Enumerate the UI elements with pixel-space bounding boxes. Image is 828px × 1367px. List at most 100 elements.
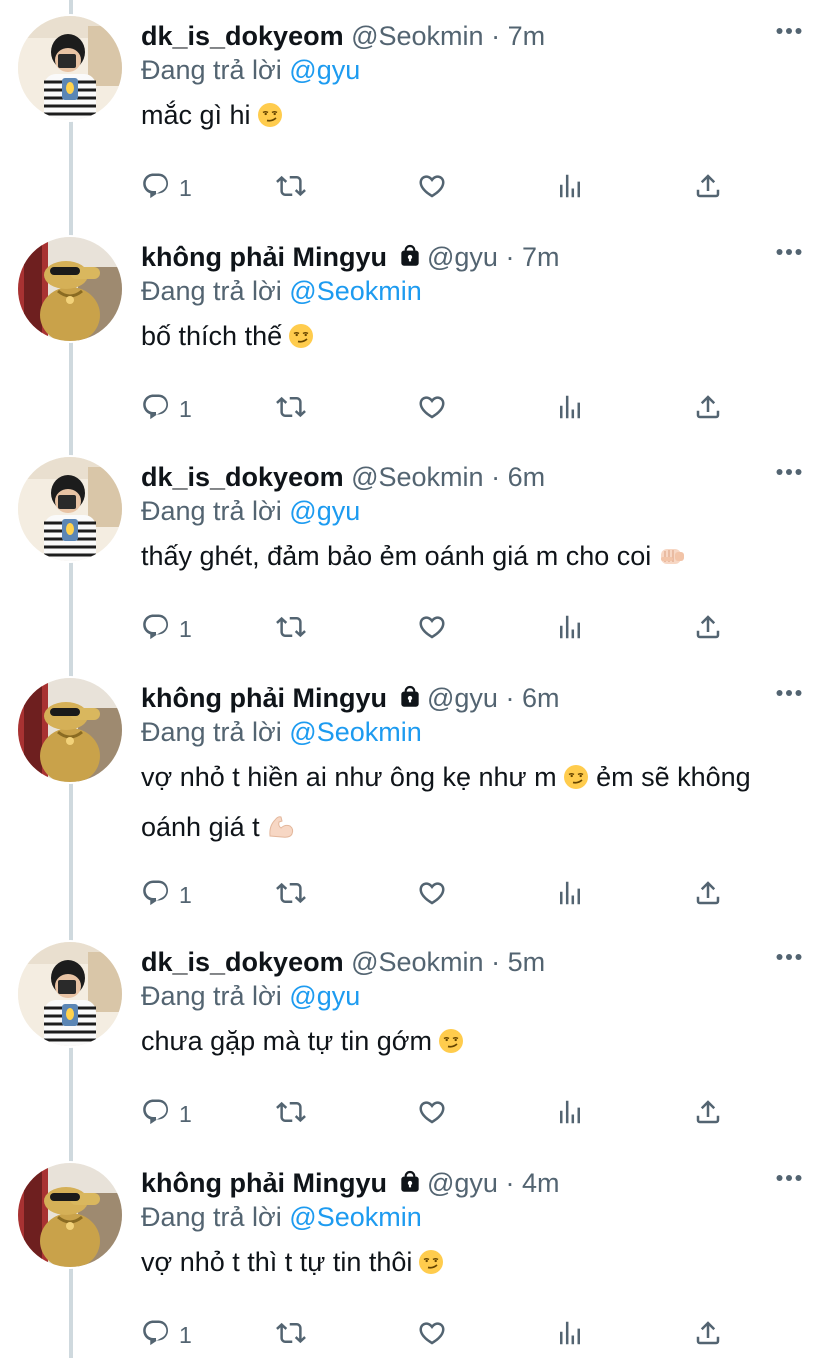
- tweet[interactable]: không phải Mingyu @gyu · 7m Đang trả lời @…: [0, 221, 828, 441]
- tweet[interactable]: dk_is_dokyeom @Seokmin · 5m Đang trả lời …: [0, 926, 828, 1146]
- timestamp[interactable]: 6m: [522, 683, 560, 713]
- timestamp[interactable]: 6m: [508, 462, 546, 492]
- analytics-icon: [555, 612, 585, 647]
- retweet-button[interactable]: [276, 389, 306, 429]
- display-name[interactable]: dk_is_dokyeom: [141, 947, 344, 977]
- display-name[interactable]: không phải Mingyu: [141, 683, 387, 713]
- analytics-icon: [555, 392, 585, 427]
- mention-link[interactable]: @Seokmin: [289, 717, 421, 747]
- reply-button[interactable]: 1: [141, 1094, 192, 1134]
- separator-dot: ·: [505, 242, 515, 272]
- separator-dot: ·: [505, 683, 515, 713]
- more-options-icon[interactable]: [776, 684, 802, 702]
- dokyeom-avatar[interactable]: [18, 16, 122, 120]
- dokyeom-avatar[interactable]: [18, 942, 122, 1046]
- tweet-actions: 1: [141, 168, 741, 208]
- share-button[interactable]: [693, 1315, 723, 1355]
- retweet-icon: [276, 1318, 306, 1353]
- reply-count: 1: [179, 1100, 192, 1127]
- heart-icon: [417, 171, 447, 206]
- tweet-body: thấy ghét, đảm bảo ẻm oánh giá m cho coi: [141, 541, 652, 571]
- more-options-icon[interactable]: [776, 22, 802, 40]
- like-button[interactable]: [417, 875, 447, 915]
- username[interactable]: @gyu: [427, 683, 498, 713]
- reply-prefix: Đang trả lời: [141, 717, 282, 747]
- retweet-button[interactable]: [276, 1315, 306, 1355]
- timestamp[interactable]: 4m: [522, 1168, 560, 1198]
- mingyu-avatar[interactable]: [18, 678, 122, 782]
- share-button[interactable]: [693, 168, 723, 208]
- mingyu-avatar[interactable]: [18, 1163, 122, 1267]
- views-button[interactable]: [555, 1315, 585, 1355]
- display-name[interactable]: không phải Mingyu: [141, 1168, 387, 1198]
- username[interactable]: @gyu: [427, 1168, 498, 1198]
- like-button[interactable]: [417, 1094, 447, 1134]
- reply-button[interactable]: 1: [141, 609, 192, 649]
- share-button[interactable]: [693, 609, 723, 649]
- share-icon: [693, 171, 723, 206]
- mention-link[interactable]: @gyu: [289, 496, 360, 526]
- timestamp[interactable]: 5m: [508, 947, 546, 977]
- more-options-icon[interactable]: [776, 243, 802, 261]
- tweet-text-line: chưa gặp mà tự tin gớm: [141, 1018, 811, 1068]
- timestamp[interactable]: 7m: [522, 242, 560, 272]
- dokyeom-avatar[interactable]: [18, 457, 122, 561]
- retweet-icon: [276, 1097, 306, 1132]
- more-options-icon[interactable]: [776, 463, 802, 481]
- reply-count: 1: [179, 615, 192, 642]
- more-options-icon[interactable]: [776, 1169, 802, 1187]
- muscle-emoji-icon: [266, 808, 296, 854]
- mention-link[interactable]: @Seokmin: [289, 276, 421, 306]
- reply-button[interactable]: 1: [141, 1315, 192, 1355]
- timestamp[interactable]: 7m: [508, 21, 546, 51]
- tweet[interactable]: không phải Mingyu @gyu · 4m Đang trả lời @…: [0, 1147, 828, 1367]
- display-name[interactable]: dk_is_dokyeom: [141, 462, 344, 492]
- retweet-button[interactable]: [276, 1094, 306, 1134]
- views-button[interactable]: [555, 1094, 585, 1134]
- reply-icon: [141, 1318, 171, 1353]
- reply-button[interactable]: 1: [141, 875, 192, 915]
- tweet[interactable]: không phải Mingyu @gyu · 6m Đang trả lời @…: [0, 662, 828, 908]
- share-button[interactable]: [693, 389, 723, 429]
- reply-prefix: Đang trả lời: [141, 55, 282, 85]
- mention-link[interactable]: @gyu: [289, 55, 360, 85]
- username[interactable]: @Seokmin: [351, 462, 483, 492]
- mention-link[interactable]: @gyu: [289, 981, 360, 1011]
- views-button[interactable]: [555, 168, 585, 208]
- like-button[interactable]: [417, 389, 447, 429]
- share-icon: [693, 1097, 723, 1132]
- smirk-emoji-icon: [438, 1022, 464, 1068]
- views-button[interactable]: [555, 609, 585, 649]
- share-button[interactable]: [693, 875, 723, 915]
- share-button[interactable]: [693, 1094, 723, 1134]
- lock-icon: [397, 1168, 423, 1192]
- views-button[interactable]: [555, 875, 585, 915]
- username[interactable]: @Seokmin: [351, 947, 483, 977]
- reply-count: 1: [179, 1321, 192, 1348]
- replying-to: Đang trả lời @Seokmin: [141, 714, 422, 750]
- tweet-actions: 1: [141, 875, 741, 915]
- reply-button[interactable]: 1: [141, 389, 192, 429]
- mention-link[interactable]: @Seokmin: [289, 1202, 421, 1232]
- tweet[interactable]: dk_is_dokyeom @Seokmin · 6m Đang trả lời …: [0, 441, 828, 661]
- username[interactable]: @gyu: [427, 242, 498, 272]
- tweet-header: dk_is_dokyeom @Seokmin · 5m: [141, 944, 545, 980]
- like-button[interactable]: [417, 168, 447, 208]
- more-options-icon[interactable]: [776, 948, 802, 966]
- tweet-text: vợ nhỏ t thì t tự tin thôi: [141, 1239, 811, 1289]
- mingyu-avatar[interactable]: [18, 237, 122, 341]
- heart-icon: [417, 878, 447, 913]
- display-name[interactable]: dk_is_dokyeom: [141, 21, 344, 51]
- heart-icon: [417, 1097, 447, 1132]
- tweet-body: chưa gặp mà tự tin gớm: [141, 1026, 432, 1056]
- reply-button[interactable]: 1: [141, 168, 192, 208]
- retweet-button[interactable]: [276, 609, 306, 649]
- like-button[interactable]: [417, 1315, 447, 1355]
- username[interactable]: @Seokmin: [351, 21, 483, 51]
- retweet-button[interactable]: [276, 875, 306, 915]
- retweet-button[interactable]: [276, 168, 306, 208]
- views-button[interactable]: [555, 389, 585, 429]
- tweet[interactable]: dk_is_dokyeom @Seokmin · 7m Đang trả lời …: [0, 0, 828, 220]
- display-name[interactable]: không phải Mingyu: [141, 242, 387, 272]
- like-button[interactable]: [417, 609, 447, 649]
